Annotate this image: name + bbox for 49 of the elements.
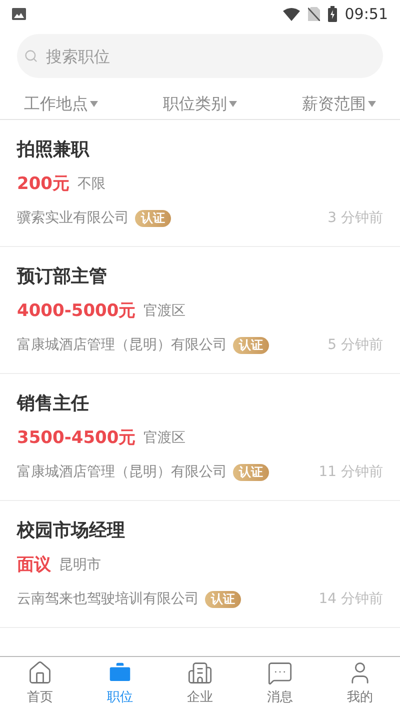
- salary: 3500-4500元: [17, 427, 136, 450]
- job-location: 昆明市: [59, 556, 101, 576]
- salary: 4000-5000元: [17, 300, 136, 323]
- verified-badge: 认证: [233, 464, 269, 480]
- job-location: 不限: [78, 175, 106, 194]
- company-name: 骥索实业有限公司: [17, 208, 129, 228]
- post-time: 5 分钟前: [328, 336, 383, 354]
- job-card[interactable]: 预订部主管 4000-5000元 官渡区 富康城酒店管理（昆明）有限公司 认证 5 分钟前: [0, 247, 400, 374]
- search-field[interactable]: 搜索职位: [17, 34, 383, 78]
- company-name: 富康城酒店管理（昆明）有限公司: [17, 336, 227, 354]
- job-card[interactable]: 校园市场经理 面议 昆明市 云南驾来也驾驶培训有限公司 认证 14 分钟前: [0, 501, 400, 628]
- post-time: 3 分钟前: [328, 208, 383, 228]
- job-title: 校园市场经理: [17, 519, 126, 543]
- job-title: 销售主任: [17, 392, 90, 416]
- job-location: 官渡区: [144, 429, 186, 448]
- filter-dropdown[interactable]: 薪资范围: [302, 92, 376, 116]
- building-icon: [187, 660, 213, 686]
- verified-badge: 认证: [205, 590, 241, 608]
- image-icon: [12, 8, 26, 20]
- filter-dropdown[interactable]: 工作地点: [24, 92, 98, 116]
- no-sim-icon: [308, 7, 320, 21]
- caret-icon: [368, 101, 376, 107]
- job-card[interactable]: 拍照兼职 200元 不限 骥索实业有限公司 认证 3 分钟前: [0, 120, 400, 247]
- job-title: 预订部主管: [17, 265, 108, 289]
- salary: 200元: [17, 173, 70, 196]
- job-title: 拍照兼职: [17, 138, 90, 162]
- verified-badge: 认证: [135, 210, 171, 226]
- status-time: 09:51: [344, 4, 388, 25]
- company-name: 富康城酒店管理（昆明）有限公司: [17, 462, 227, 482]
- caret-icon: [229, 101, 237, 107]
- company-name: 云南驾来也驾驶培训有限公司: [17, 590, 199, 608]
- nav-tab[interactable]: 消息: [240, 657, 320, 711]
- caret-icon: [90, 101, 98, 107]
- job-location: 官渡区: [144, 302, 186, 322]
- search-icon: [24, 49, 38, 63]
- wifi-icon: [282, 8, 300, 20]
- nav-tab[interactable]: 职位: [80, 657, 160, 711]
- chat-icon: [267, 660, 293, 686]
- home-icon: [27, 660, 53, 686]
- verified-badge: 认证: [233, 336, 269, 354]
- battery-charging-icon: [328, 6, 337, 22]
- filter-dropdown[interactable]: 职位类别: [163, 92, 237, 116]
- nav-tab[interactable]: 我的: [320, 657, 400, 711]
- nav-tab[interactable]: 企业: [160, 657, 240, 711]
- post-time: 14 分钟前: [318, 590, 383, 608]
- post-time: 11 分钟前: [318, 462, 383, 482]
- salary: 面议: [17, 554, 51, 577]
- job-card[interactable]: 销售主任 3500-4500元 官渡区 富康城酒店管理（昆明）有限公司 认证 11 分钟前: [0, 374, 400, 501]
- nav-tab[interactable]: 首页: [0, 657, 80, 711]
